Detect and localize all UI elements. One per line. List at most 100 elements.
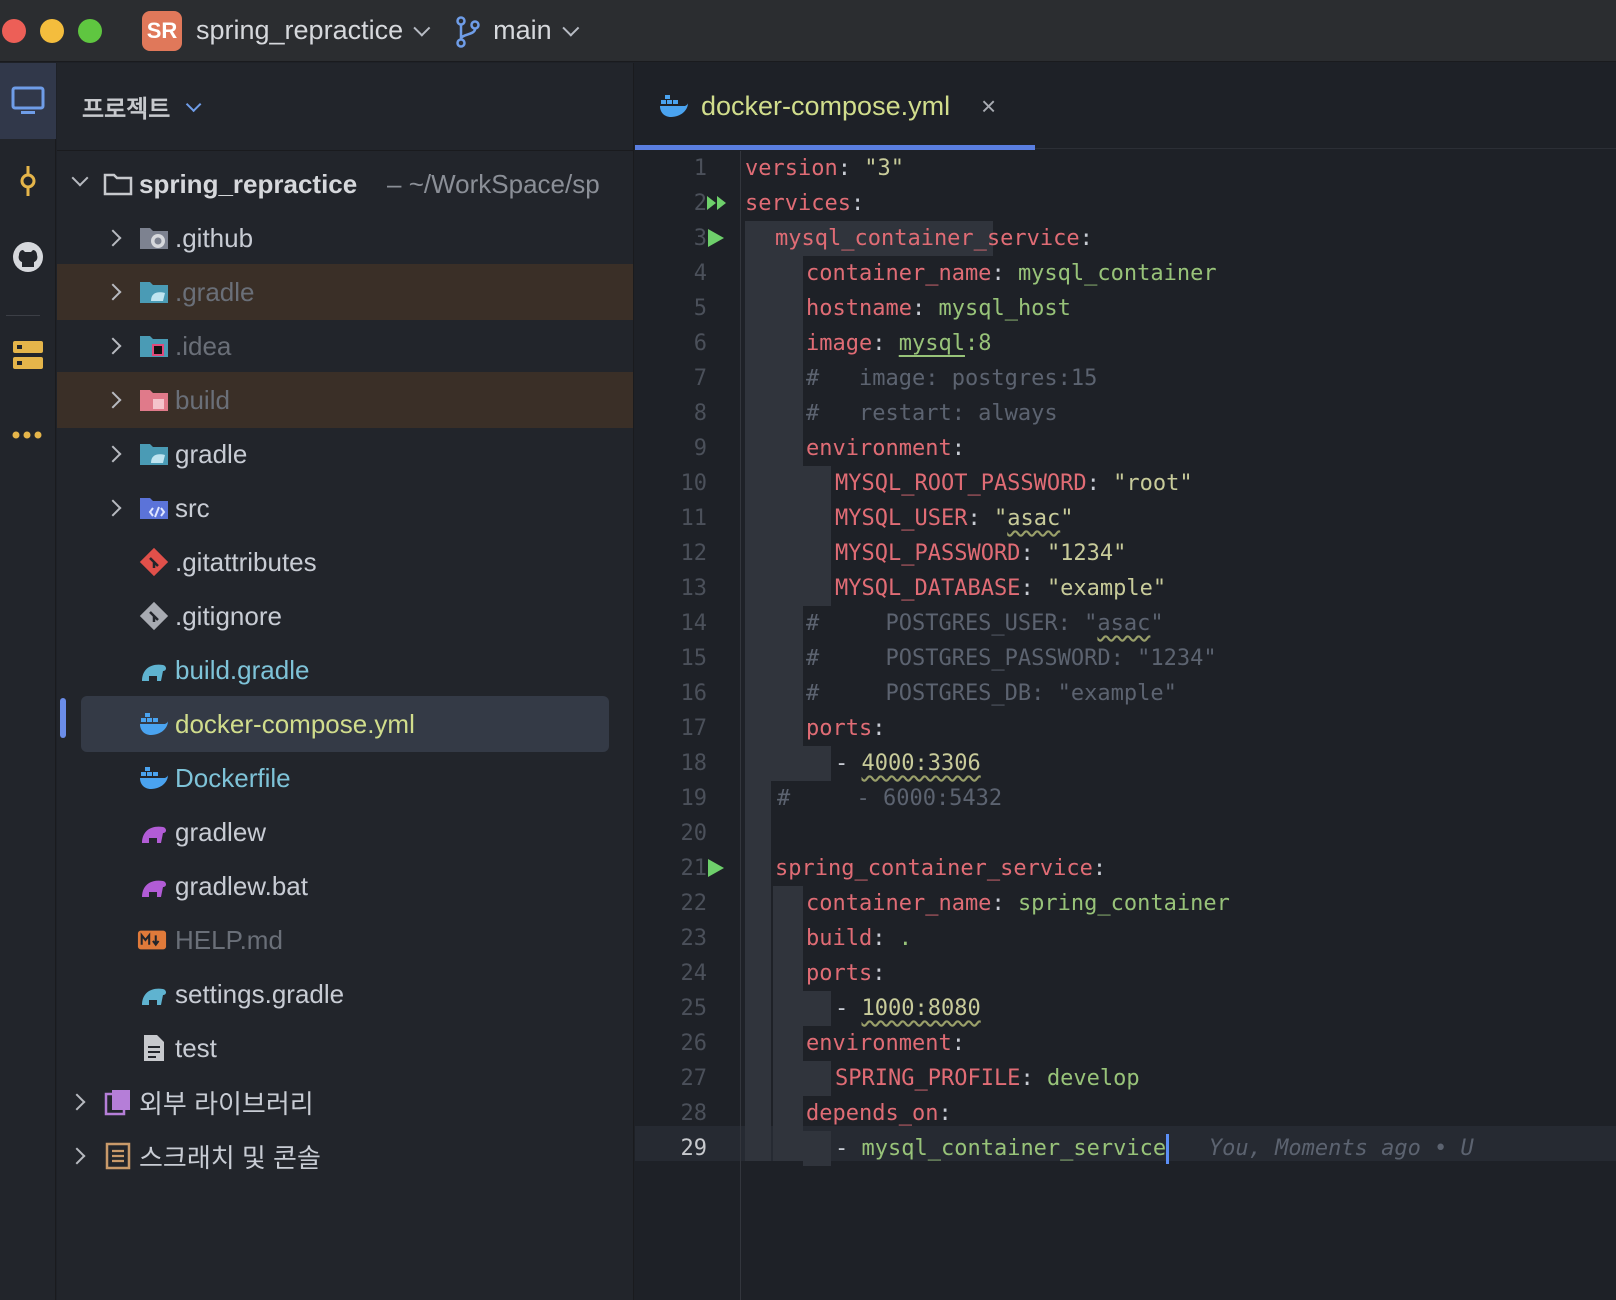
line-number: 20	[680, 821, 708, 846]
chevron-right-icon[interactable]	[104, 283, 122, 301]
code-line: SPRING_PROFILE: develop	[835, 1066, 1140, 1091]
tree-item-label: src	[175, 492, 210, 523]
tab-docker-compose[interactable]: docker-compose.yml ×	[635, 63, 1035, 150]
tree-item-dockerfile[interactable]: Dockerfile	[57, 750, 633, 806]
tree-item-label: build	[175, 384, 230, 415]
tree-item-test[interactable]: test	[57, 1020, 633, 1076]
line-number: 9	[693, 436, 707, 461]
idea-folder-icon	[139, 331, 169, 361]
line-number: 18	[680, 751, 708, 776]
line-number: 5	[693, 296, 707, 321]
tree-item-src[interactable]: src	[57, 480, 633, 536]
code-line: spring_container_service:	[775, 856, 1107, 881]
run-service-icon[interactable]	[708, 229, 724, 247]
code-line: - 4000:3306	[835, 751, 981, 776]
code-area[interactable]: 1 2 3 4 5 6 7 8 9 10 11 12 13 14 15 16 1…	[635, 151, 1616, 1300]
tree-item-label: 외부 라이브러리	[139, 1088, 314, 1119]
chevron-right-icon[interactable]	[104, 445, 122, 463]
commit-tool-button[interactable]	[0, 159, 56, 203]
chevron-down-icon[interactable]	[71, 169, 89, 187]
tree-item-gradlew[interactable]: gradlew	[57, 804, 633, 860]
git-file-icon	[139, 547, 169, 577]
chevron-right-icon[interactable]	[104, 229, 122, 247]
project-tool-button[interactable]	[0, 63, 56, 139]
code-line: build: .	[806, 926, 912, 951]
project-selector[interactable]: spring_repractice	[196, 15, 403, 46]
tree-root[interactable]: spring_repractice – ~/WorkSpace/sp	[57, 156, 633, 212]
editor-tab-bar: docker-compose.yml ×	[635, 63, 1616, 150]
maximize-window-button[interactable]	[78, 18, 102, 43]
tree-item-github[interactable]: .github	[57, 210, 633, 266]
line-number: 7	[693, 366, 707, 391]
active-tab-indicator	[635, 145, 1035, 150]
docker-file-icon	[659, 91, 689, 121]
code-line: ports:	[806, 961, 886, 986]
code-comment: # POSTGRES_USER: "asac"	[806, 611, 1164, 636]
minimize-window-button[interactable]	[40, 18, 64, 43]
code-line: hostname: mysql_host	[806, 296, 1071, 321]
tree-item-scratches[interactable]: 스크래치 및 콘솔	[57, 1128, 633, 1184]
tree-item-gitignore[interactable]: .gitignore	[57, 588, 633, 644]
project-badge[interactable]: SR	[142, 10, 182, 51]
tree-item-settings-gradle[interactable]: settings.gradle	[57, 966, 633, 1022]
services-icon	[13, 341, 43, 369]
panel-title[interactable]: 프로젝트	[82, 89, 170, 124]
code-line: MYSQL_DATABASE: "example"	[835, 576, 1167, 601]
line-number: 6	[693, 331, 707, 356]
code-comment: # image: postgres:15	[806, 366, 1098, 391]
indent-guide	[803, 746, 831, 781]
tree-item-docker-compose[interactable]: docker-compose.yml	[81, 696, 609, 752]
line-number: 12	[680, 541, 708, 566]
tree-item-gradlew-bat[interactable]: gradlew.bat	[57, 858, 633, 914]
code-comment: # restart: always	[806, 401, 1058, 426]
code-line-current: - mysql_container_service You, Moments a…	[835, 1131, 1474, 1166]
tree-item-gitattributes[interactable]: .gitattributes	[57, 534, 633, 590]
line-number: 13	[680, 576, 708, 601]
services-tool-button[interactable]	[0, 333, 56, 377]
close-icon[interactable]: ×	[981, 91, 996, 122]
markdown-file-icon	[137, 925, 167, 955]
more-tools-button[interactable]	[0, 413, 56, 457]
chevron-down-icon[interactable]	[561, 19, 579, 37]
branch-selector[interactable]: main	[493, 15, 552, 46]
run-service-icon[interactable]	[708, 859, 724, 877]
tree-item-idea[interactable]: .idea	[57, 318, 633, 374]
chevron-right-icon[interactable]	[68, 1093, 86, 1111]
chevron-right-icon[interactable]	[104, 499, 122, 517]
run-all-icon[interactable]	[706, 193, 728, 218]
chevron-right-icon[interactable]	[104, 337, 122, 355]
build-folder-icon	[139, 385, 169, 415]
tree-item-dot-gradle[interactable]: .gradle	[57, 264, 633, 320]
line-number: 15	[680, 646, 708, 671]
line-number: 29	[680, 1136, 708, 1161]
folder-icon	[103, 169, 133, 199]
code-line: ports:	[806, 716, 886, 741]
more-icon	[12, 431, 42, 439]
close-window-button[interactable]	[2, 18, 26, 43]
commit-icon	[20, 166, 36, 196]
github-tool-button[interactable]	[0, 235, 56, 279]
chevron-right-icon[interactable]	[68, 1147, 86, 1165]
editor: docker-compose.yml × 1 2 3 4 5 6 7 8 9 1…	[635, 63, 1616, 1300]
github-folder-icon	[139, 223, 169, 253]
tree-item-external-libraries[interactable]: 외부 라이브러리	[57, 1074, 633, 1130]
indent-guide	[803, 1061, 831, 1096]
chevron-down-icon[interactable]	[186, 96, 202, 113]
line-number: 8	[693, 401, 707, 426]
tree-item-label: test	[175, 1032, 217, 1063]
root-path: – ~/WorkSpace/sp	[387, 168, 600, 199]
code-comment: # - 6000:5432	[777, 786, 1003, 811]
line-number: 14	[680, 611, 708, 636]
tree-item-build-gradle[interactable]: build.gradle	[57, 642, 633, 698]
gitignore-file-icon	[139, 601, 169, 631]
line-number: 28	[680, 1101, 708, 1126]
code-line: container_name: spring_container	[806, 891, 1230, 916]
chevron-down-icon[interactable]	[413, 19, 431, 37]
chevron-right-icon[interactable]	[104, 391, 122, 409]
panel-header: 프로젝트	[57, 63, 633, 151]
tree-item-label: gradle	[175, 438, 248, 469]
tree-item-gradle[interactable]: gradle	[57, 426, 633, 482]
tree-item-build[interactable]: build	[57, 372, 633, 428]
code-line: environment:	[806, 436, 965, 461]
tree-item-help-md[interactable]: HELP.md	[57, 912, 633, 968]
